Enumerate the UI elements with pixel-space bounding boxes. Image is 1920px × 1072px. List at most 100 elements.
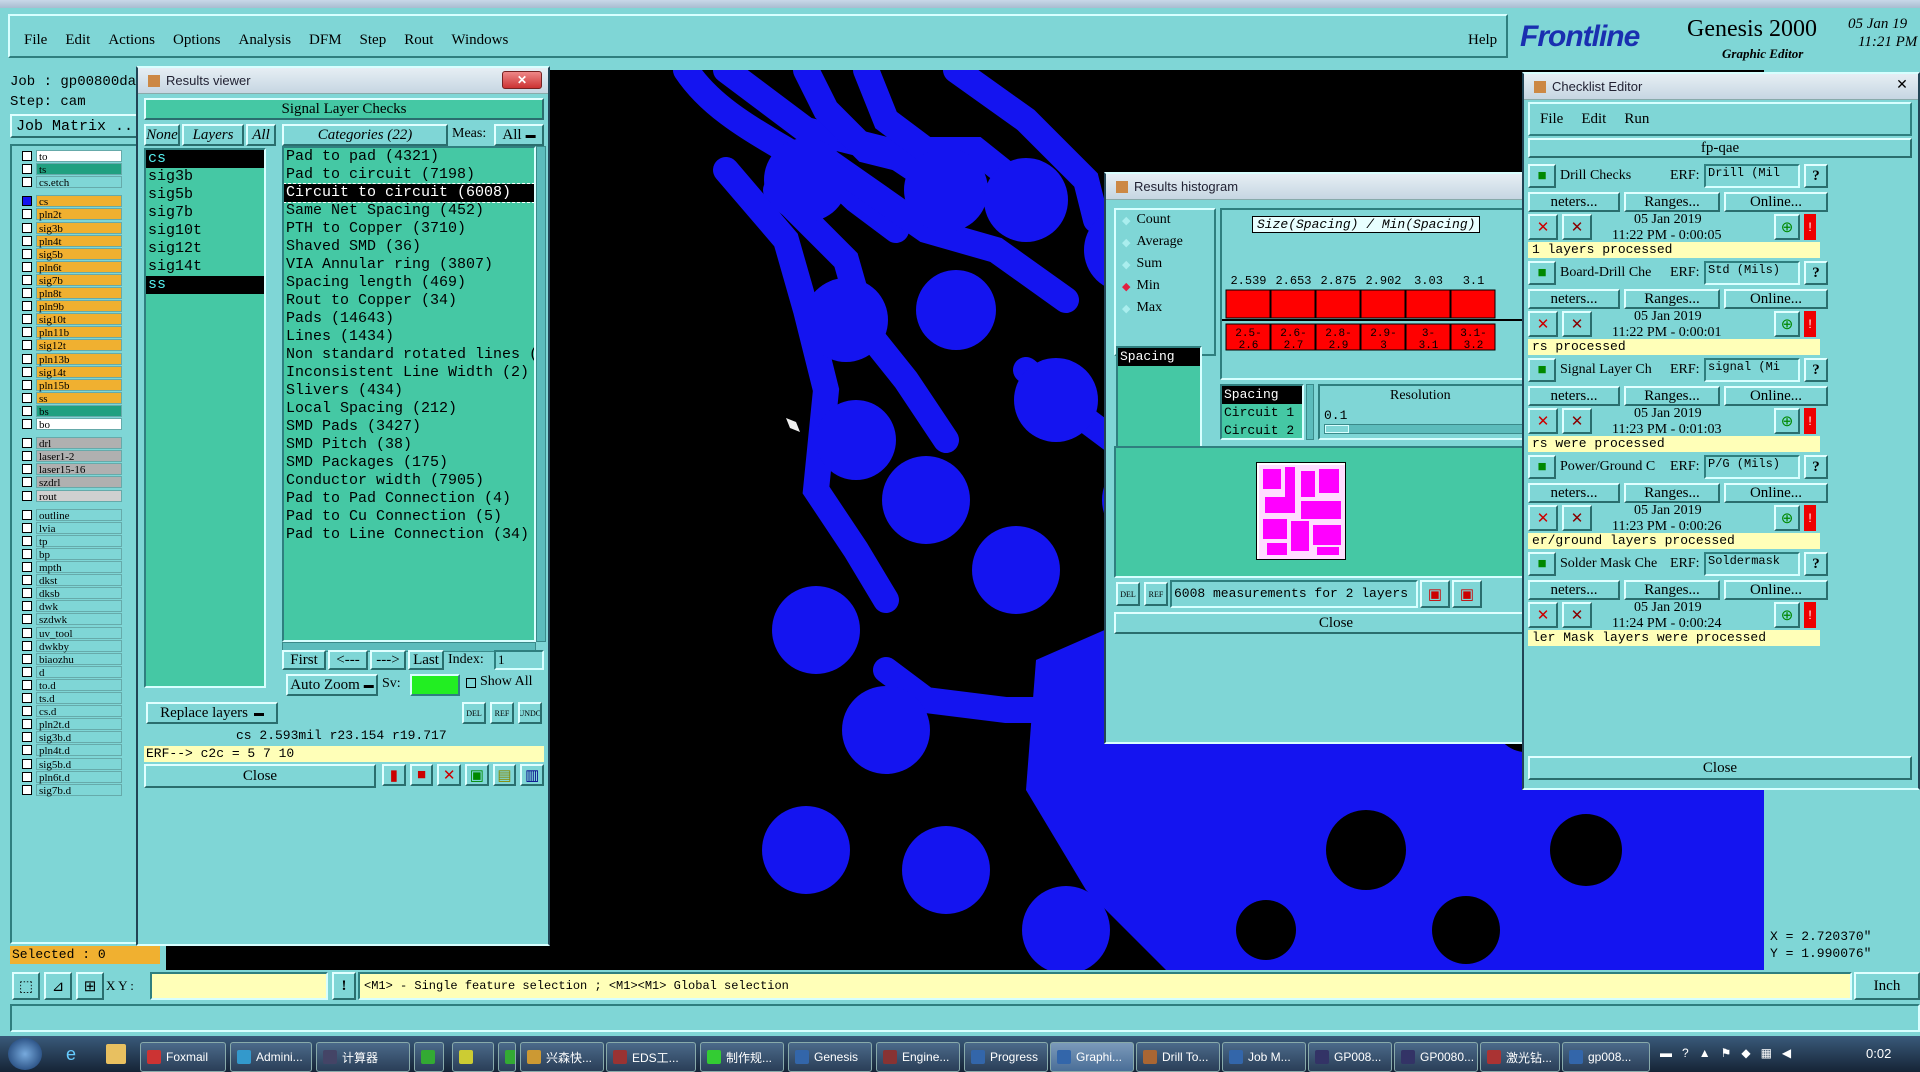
layer-checkbox[interactable] — [22, 274, 32, 285]
layer-checkbox[interactable] — [22, 614, 32, 625]
histogram-bar[interactable] — [1360, 289, 1406, 319]
layer-checkbox[interactable] — [22, 235, 32, 246]
category-item[interactable]: Inconsistent Line Width (2) — [284, 364, 534, 382]
check-status-icon[interactable]: ■ — [1528, 164, 1556, 188]
keyboard-icon[interactable]: ▬ — [1660, 1046, 1672, 1062]
taskbar-item[interactable]: Genesis — [788, 1042, 872, 1072]
category-list[interactable]: Pad to pad (4321) Pad to circuit (7198) Ci… — [282, 146, 536, 642]
taskbar-item[interactable]: Admini... — [230, 1042, 312, 1072]
first-button[interactable]: First — [282, 650, 326, 670]
parameters-button[interactable]: neters... — [1528, 289, 1620, 309]
menu-actions[interactable]: Actions — [108, 32, 155, 49]
category-item[interactable]: SMD Pitch (38) — [284, 436, 534, 454]
zoom-region-icon[interactable]: ▣ — [1420, 580, 1450, 608]
tools-icon[interactable]: ✕ — [1562, 214, 1592, 240]
category-item[interactable]: Non standard rotated lines (48) — [284, 346, 534, 364]
action-icon[interactable]: ✕ — [1528, 505, 1558, 531]
layer-row[interactable]: dwkby — [22, 639, 122, 653]
online-button[interactable]: Online... — [1724, 289, 1828, 309]
checklist-menu-edit[interactable]: Edit — [1581, 111, 1606, 128]
layer-result-item[interactable]: sig14t — [146, 258, 264, 276]
layer-result-item[interactable]: ss — [146, 276, 264, 294]
layer-row[interactable]: pln2t — [22, 208, 122, 221]
layer-checkbox[interactable] — [22, 379, 32, 390]
checklist-menu-file[interactable]: File — [1540, 111, 1563, 128]
prev-button[interactable]: <--- — [328, 650, 368, 670]
layer-checkbox[interactable] — [22, 562, 32, 572]
menu-analysis[interactable]: Analysis — [239, 32, 292, 49]
field-list[interactable]: Spacing Circuit 1 Circuit 2 — [1220, 384, 1304, 440]
menu-edit[interactable]: Edit — [65, 32, 90, 49]
layer-row[interactable]: lvia — [22, 521, 122, 535]
layer-row[interactable]: szdrl — [22, 476, 122, 489]
category-item[interactable]: Lines (1434) — [284, 328, 534, 346]
layer-row[interactable]: cs — [22, 195, 122, 208]
category-item[interactable]: Pad to circuit (7198) — [284, 166, 534, 184]
none-button[interactable]: None — [144, 124, 180, 146]
resolution-slider[interactable] — [1324, 424, 1552, 434]
alert-icon[interactable]: ! — [1804, 311, 1816, 337]
notes-icon[interactable]: ▤ — [492, 764, 517, 786]
layer-checkbox[interactable] — [22, 732, 32, 743]
taskbar-item[interactable]: Drill To... — [1136, 1042, 1220, 1072]
layer-row[interactable]: sig7b.d — [22, 783, 122, 797]
layer-row[interactable]: outline — [22, 508, 122, 522]
layer-checkbox[interactable] — [22, 679, 32, 690]
layer-checkbox[interactable] — [22, 627, 32, 638]
layer-row[interactable]: to — [22, 150, 122, 163]
layer-row[interactable]: szdwk — [22, 613, 122, 626]
layer-result-item[interactable]: sig5b — [146, 186, 264, 204]
layer-row[interactable]: sig3b — [22, 221, 122, 235]
auto-zoom-dropdown[interactable]: Auto Zoom ▬ — [286, 674, 378, 696]
alert-icon[interactable]: ! — [1804, 505, 1816, 531]
taskbar-item[interactable]: 制作规... — [700, 1042, 784, 1072]
del-icon[interactable]: DEL — [462, 702, 486, 724]
layer-row[interactable]: pln9b — [22, 300, 122, 313]
layer-checkbox[interactable] — [22, 164, 32, 175]
layer-row[interactable]: sig10t — [22, 313, 122, 326]
report-icon[interactable]: ▮ — [382, 764, 406, 786]
category-item[interactable]: Pad to pad (4321) — [284, 148, 534, 166]
measure-item[interactable]: Spacing — [1118, 348, 1200, 366]
category-item[interactable]: Circuit to circuit (6008) — [284, 183, 534, 203]
layer-checkbox[interactable] — [22, 248, 32, 259]
menu-file[interactable]: File — [24, 32, 47, 49]
grid-tool-icon[interactable]: ⊞ — [76, 972, 104, 1000]
category-item[interactable]: PTH to Copper (3710) — [284, 220, 534, 238]
layer-row[interactable]: biaozhu — [22, 652, 122, 666]
check-name[interactable]: Solder Mask Che — [1560, 556, 1668, 572]
histogram-bar[interactable] — [1225, 289, 1271, 319]
check-name[interactable]: Board-Drill Che — [1560, 265, 1668, 281]
layer-checkbox[interactable] — [22, 177, 32, 188]
layer-result-item[interactable]: sig10t — [146, 222, 264, 240]
zoom-icon[interactable]: ⊕ — [1774, 602, 1800, 628]
layer-row[interactable]: bo — [22, 418, 122, 431]
all-button[interactable]: All — [246, 124, 276, 146]
tools-icon[interactable]: ✕ — [1562, 602, 1592, 628]
category-item[interactable]: Pad to Line Connection (34) — [284, 526, 534, 544]
parameters-button[interactable]: neters... — [1528, 580, 1620, 600]
histogram-bar[interactable] — [1405, 289, 1451, 319]
layer-checkbox[interactable] — [22, 653, 32, 664]
menu-options[interactable]: Options — [173, 32, 221, 49]
alert-icon[interactable]: ! — [1804, 408, 1816, 434]
action-icon[interactable]: ✕ — [1528, 311, 1558, 337]
option-min[interactable]: ◆ Min — [1122, 278, 1160, 294]
layer-checkbox[interactable] — [22, 196, 32, 207]
layer-checkbox[interactable] — [22, 719, 32, 730]
taskbar-item[interactable]: Engine... — [876, 1042, 960, 1072]
category-item[interactable]: SMD Pads (3427) — [284, 418, 534, 436]
check-status-icon[interactable]: ■ — [1528, 358, 1556, 382]
categories-tab[interactable]: Categories (22) — [282, 124, 448, 146]
layer-checkbox[interactable] — [22, 464, 32, 475]
layer-row[interactable]: rout — [22, 489, 122, 503]
layer-checkbox[interactable] — [22, 419, 32, 429]
online-button[interactable]: Online... — [1724, 483, 1828, 503]
ref-icon[interactable]: REF — [490, 702, 514, 724]
help-icon[interactable]: ? — [1804, 455, 1828, 479]
sv-dropdown[interactable] — [410, 674, 460, 696]
info-icon[interactable]: ! — [332, 972, 356, 1000]
menu-windows[interactable]: Windows — [451, 32, 508, 49]
layer-result-item[interactable]: sig7b — [146, 204, 264, 222]
layer-row[interactable]: ts — [22, 163, 122, 176]
